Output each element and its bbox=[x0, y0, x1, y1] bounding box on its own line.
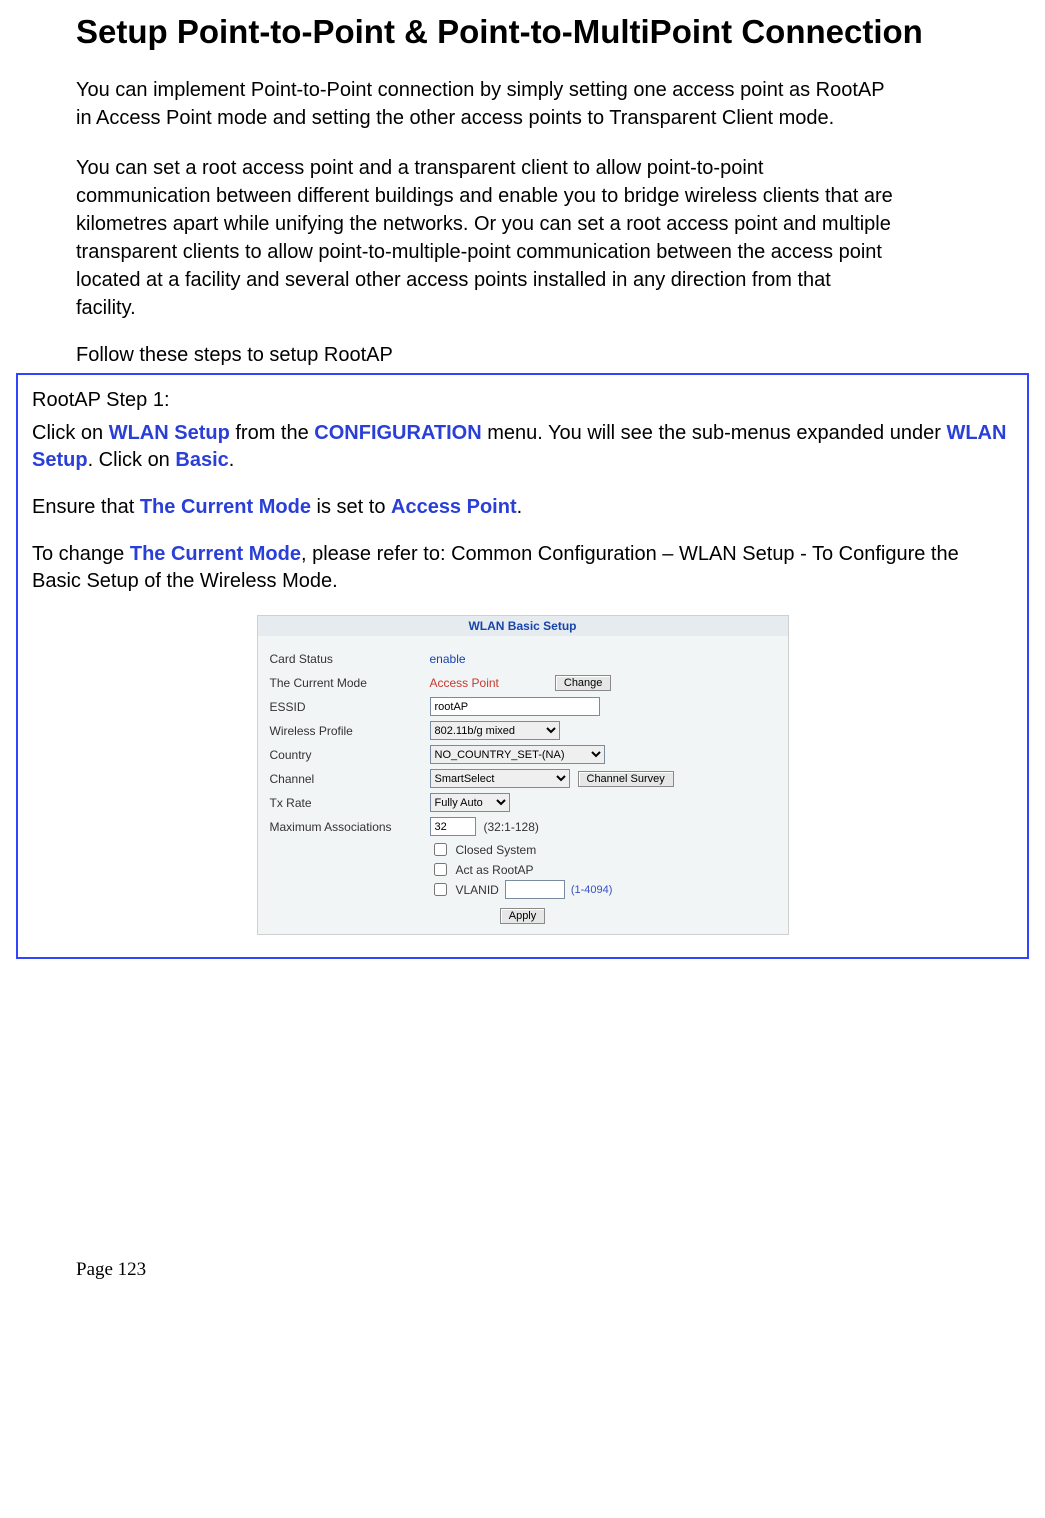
label-current-mode: The Current Mode bbox=[270, 676, 430, 690]
vlanid-checkbox[interactable] bbox=[434, 883, 447, 896]
vlanid-label: VLANID bbox=[456, 883, 499, 897]
label-wireless-profile: Wireless Profile bbox=[270, 724, 430, 738]
max-assoc-input[interactable] bbox=[430, 817, 476, 836]
label-tx-rate: Tx Rate bbox=[270, 796, 430, 810]
kw-current-mode-2: The Current Mode bbox=[130, 543, 301, 565]
channel-select[interactable]: SmartSelect bbox=[430, 769, 570, 788]
label-max-assoc: Maximum Associations bbox=[270, 820, 430, 834]
wlan-basic-setup-panel: WLAN Basic Setup Card Status enable The … bbox=[257, 615, 789, 935]
act-as-rootap-checkbox[interactable] bbox=[434, 863, 447, 876]
kw-configuration: CONFIGURATION bbox=[314, 422, 481, 444]
closed-system-option[interactable]: Closed System bbox=[430, 840, 776, 860]
apply-button[interactable]: Apply bbox=[500, 908, 546, 924]
act-as-rootap-label: Act as RootAP bbox=[456, 863, 534, 877]
wireless-profile-select[interactable]: 802.11b/g mixed bbox=[430, 721, 560, 740]
label-country: Country bbox=[270, 748, 430, 762]
closed-system-checkbox[interactable] bbox=[434, 843, 447, 856]
act-as-rootap-option[interactable]: Act as RootAP bbox=[430, 860, 776, 880]
channel-survey-button[interactable]: Channel Survey bbox=[578, 771, 674, 787]
value-card-status: enable bbox=[430, 652, 466, 666]
max-assoc-hint: (32:1-128) bbox=[484, 820, 539, 834]
rootap-step1-callout: RootAP Step 1: Click on WLAN Setup from … bbox=[16, 373, 1029, 959]
intro-paragraph-2: You can set a root access point and a tr… bbox=[76, 154, 896, 322]
vlanid-input[interactable] bbox=[505, 880, 565, 899]
step1-paragraph-2: Ensure that The Current Mode is set to A… bbox=[32, 494, 1013, 521]
intro-paragraph-3: Follow these steps to setup RootAP bbox=[76, 344, 969, 367]
kw-wlan-setup: WLAN Setup bbox=[109, 422, 230, 444]
country-select[interactable]: NO_COUNTRY_SET-(NA) bbox=[430, 745, 605, 764]
vlanid-hint: (1-4094) bbox=[571, 884, 613, 896]
page-number: Page 123 bbox=[76, 1259, 969, 1281]
step-heading: RootAP Step 1: bbox=[32, 389, 1013, 412]
step1-paragraph-3: To change The Current Mode, please refer… bbox=[32, 541, 1013, 595]
kw-access-point: Access Point bbox=[391, 496, 517, 518]
kw-current-mode: The Current Mode bbox=[140, 496, 311, 518]
label-channel: Channel bbox=[270, 772, 430, 786]
step1-paragraph-1: Click on WLAN Setup from the CONFIGURATI… bbox=[32, 420, 1013, 474]
value-current-mode: Access Point bbox=[430, 676, 499, 690]
closed-system-label: Closed System bbox=[456, 843, 537, 857]
label-card-status: Card Status bbox=[270, 652, 430, 666]
essid-input[interactable] bbox=[430, 697, 600, 716]
vlanid-option[interactable]: VLANID (1-4094) bbox=[430, 880, 776, 900]
kw-basic: Basic bbox=[175, 449, 228, 471]
wlan-panel-title: WLAN Basic Setup bbox=[258, 616, 788, 636]
label-essid: ESSID bbox=[270, 700, 430, 714]
change-button[interactable]: Change bbox=[555, 675, 612, 691]
tx-rate-select[interactable]: Fully Auto bbox=[430, 793, 510, 812]
intro-paragraph-1: You can implement Point-to-Point connect… bbox=[76, 76, 896, 132]
page-title: Setup Point-to-Point & Point-to-MultiPoi… bbox=[76, 12, 969, 52]
